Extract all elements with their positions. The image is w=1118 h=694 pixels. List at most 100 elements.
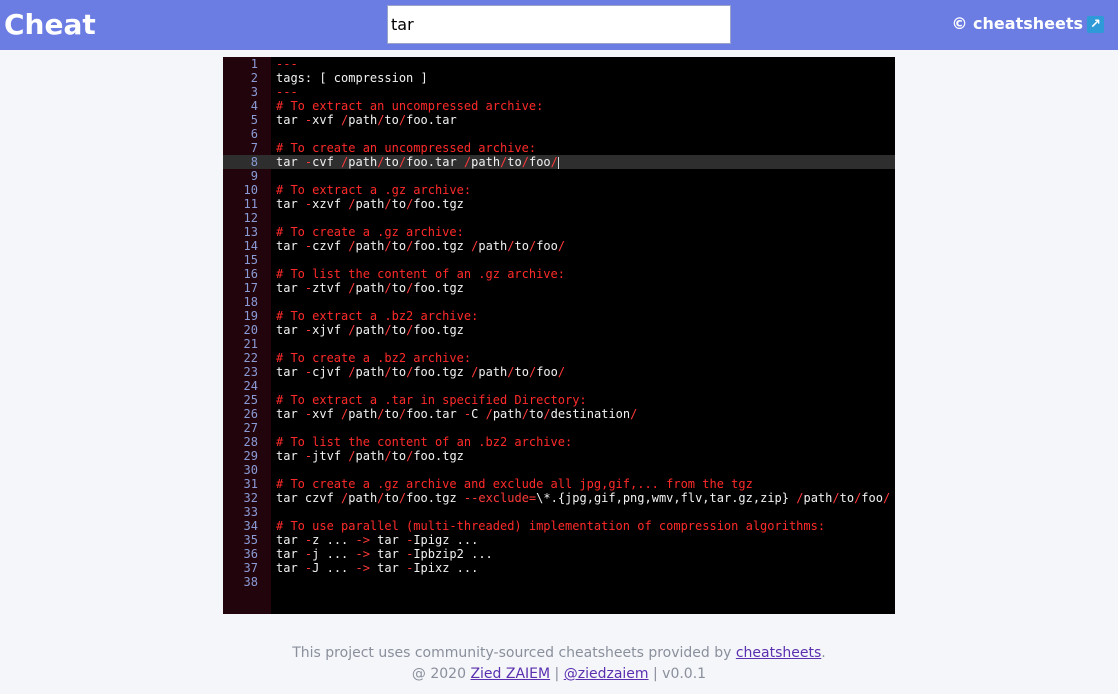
code-line[interactable]: 32 tar czvf /path/to/foo.tgz --exclude=\*… (223, 491, 895, 505)
code-line[interactable]: 26 tar -xvf /path/to/foo.tar -C /path/to/… (223, 407, 895, 421)
code-line[interactable]: 13 # To create a .gz archive: (223, 225, 895, 239)
line-number: 10 (243, 183, 258, 197)
code-line[interactable]: 4 # To extract an uncompressed archive: (223, 99, 895, 113)
line-text: tar -cvf /path/to/foo.tar /path/to/foo/ (276, 155, 559, 169)
code-line[interactable]: 35 tar -z ... -> tar -Ipigz ... (223, 533, 895, 547)
footer-period: . (821, 645, 826, 661)
line-text: tags: [ compression ] (276, 71, 428, 85)
external-link-label: © cheatsheets (951, 14, 1083, 33)
footer-separator: | (550, 666, 564, 682)
line-text: # To extract a .gz archive: (276, 183, 472, 197)
code-line[interactable]: 24 (223, 379, 895, 393)
code-line[interactable]: 21 (223, 337, 895, 351)
line-text: # To create a .gz archive and exclude al… (276, 477, 753, 491)
line-number: 17 (243, 281, 258, 295)
cheatsheets-link[interactable]: cheatsheets (736, 645, 821, 661)
line-number: 33 (243, 505, 258, 519)
code-line[interactable]: 5 tar -xvf /path/to/foo.tar (223, 113, 895, 127)
code-line[interactable]: 30 (223, 463, 895, 477)
line-number: 35 (243, 533, 258, 547)
footer-text: This project uses community-sourced chea… (292, 645, 736, 661)
code-line[interactable]: 14 tar -czvf /path/to/foo.tgz /path/to/fo… (223, 239, 895, 253)
code-line[interactable]: 1 --- (223, 57, 895, 71)
line-number: 22 (243, 351, 258, 365)
code-line[interactable]: 8 tar -cvf /path/to/foo.tar /path/to/foo/ (223, 155, 895, 169)
line-text: --- (276, 85, 298, 99)
line-text: # To extract a .bz2 archive: (276, 309, 479, 323)
line-number: 13 (243, 225, 258, 239)
footer-copyright: @ 2020 Zied ZAIEM | @ziedzaiem | v0.0.1 (0, 666, 1118, 682)
code-lines: 1 --- 2 tags: [ compression ] 3 --- 4 # To extr… (223, 57, 895, 589)
code-line[interactable]: 12 (223, 211, 895, 225)
author-link[interactable]: Zied ZAIEM (470, 666, 550, 682)
line-text: # To extract an uncompressed archive: (276, 99, 544, 113)
code-line[interactable]: 6 (223, 127, 895, 141)
code-line[interactable]: 10 # To extract a .gz archive: (223, 183, 895, 197)
code-line[interactable]: 9 (223, 169, 895, 183)
line-text: tar -jtvf /path/to/foo.tgz (276, 449, 464, 463)
top-bar: Cheat © cheatsheets ↗ (0, 0, 1118, 50)
text-cursor (557, 156, 559, 169)
line-number: 19 (243, 309, 258, 323)
twitter-handle-link[interactable]: @ziedzaiem (564, 666, 649, 682)
line-number: 34 (243, 519, 258, 533)
code-line[interactable]: 38 (223, 575, 895, 589)
line-number: 11 (243, 197, 258, 211)
line-text: tar -xzvf /path/to/foo.tgz (276, 197, 464, 211)
line-number: 4 (250, 99, 258, 113)
code-line[interactable]: 28 # To list the content of an .bz2 archi… (223, 435, 895, 449)
line-number: 2 (250, 71, 258, 85)
line-number: 37 (243, 561, 258, 575)
code-editor[interactable]: 1 --- 2 tags: [ compression ] 3 --- 4 # To extr… (223, 57, 895, 614)
code-line[interactable]: 33 (223, 505, 895, 519)
code-line[interactable]: 18 (223, 295, 895, 309)
line-text: tar -J ... -> tar -Ipixz ... (276, 561, 479, 575)
code-line[interactable]: 25 # To extract a .tar in specified Direc… (223, 393, 895, 407)
line-number: 8 (250, 155, 258, 169)
line-text: tar -xjvf /path/to/foo.tgz (276, 323, 464, 337)
code-line[interactable]: 16 # To list the content of an .gz archiv… (223, 267, 895, 281)
app-logo[interactable]: Cheat (4, 8, 96, 42)
line-number: 6 (250, 127, 258, 141)
line-text: # To extract a .tar in specified Directo… (276, 393, 587, 407)
version-text: | v0.0.1 (648, 666, 707, 682)
code-line[interactable]: 19 # To extract a .bz2 archive: (223, 309, 895, 323)
code-line[interactable]: 15 (223, 253, 895, 267)
cheatsheets-external-link[interactable]: © cheatsheets ↗ (951, 14, 1104, 34)
line-text: tar czvf /path/to/foo.tgz --exclude=\*.{… (276, 491, 891, 505)
line-text: # To list the content of an .bz2 archive… (276, 435, 573, 449)
code-line[interactable]: 3 --- (223, 85, 895, 99)
line-number: 25 (243, 393, 258, 407)
line-number: 24 (243, 379, 258, 393)
line-number: 36 (243, 547, 258, 561)
code-line[interactable]: 36 tar -j ... -> tar -Ipbzip2 ... (223, 547, 895, 561)
line-number: 23 (243, 365, 258, 379)
line-number: 5 (250, 113, 258, 127)
line-number: 7 (250, 141, 258, 155)
line-number: 29 (243, 449, 258, 463)
code-line[interactable]: 27 (223, 421, 895, 435)
code-line[interactable]: 20 tar -xjvf /path/to/foo.tgz (223, 323, 895, 337)
code-line[interactable]: 7 # To create an uncompressed archive: (223, 141, 895, 155)
line-text: tar -cjvf /path/to/foo.tgz /path/to/foo/ (276, 365, 566, 379)
line-text: --- (276, 57, 298, 71)
search-input[interactable] (387, 5, 731, 44)
code-line[interactable]: 37 tar -J ... -> tar -Ipixz ... (223, 561, 895, 575)
line-number: 3 (250, 85, 258, 99)
line-text: # To create a .bz2 archive: (276, 351, 472, 365)
code-line[interactable]: 29 tar -jtvf /path/to/foo.tgz (223, 449, 895, 463)
line-number: 15 (243, 253, 258, 267)
line-text: tar -xvf /path/to/foo.tar -C /path/to/de… (276, 407, 638, 421)
line-number: 26 (243, 407, 258, 421)
code-line[interactable]: 11 tar -xzvf /path/to/foo.tgz (223, 197, 895, 211)
line-text: # To use parallel (multi-threaded) imple… (276, 519, 826, 533)
line-text: # To create an uncompressed archive: (276, 141, 537, 155)
line-number: 38 (243, 575, 258, 589)
code-line[interactable]: 23 tar -cjvf /path/to/foo.tgz /path/to/fo… (223, 365, 895, 379)
code-line[interactable]: 17 tar -ztvf /path/to/foo.tgz (223, 281, 895, 295)
line-text: tar -z ... -> tar -Ipigz ... (276, 533, 479, 547)
code-line[interactable]: 2 tags: [ compression ] (223, 71, 895, 85)
code-line[interactable]: 31 # To create a .gz archive and exclude … (223, 477, 895, 491)
code-line[interactable]: 34 # To use parallel (multi-threaded) imp… (223, 519, 895, 533)
code-line[interactable]: 22 # To create a .bz2 archive: (223, 351, 895, 365)
